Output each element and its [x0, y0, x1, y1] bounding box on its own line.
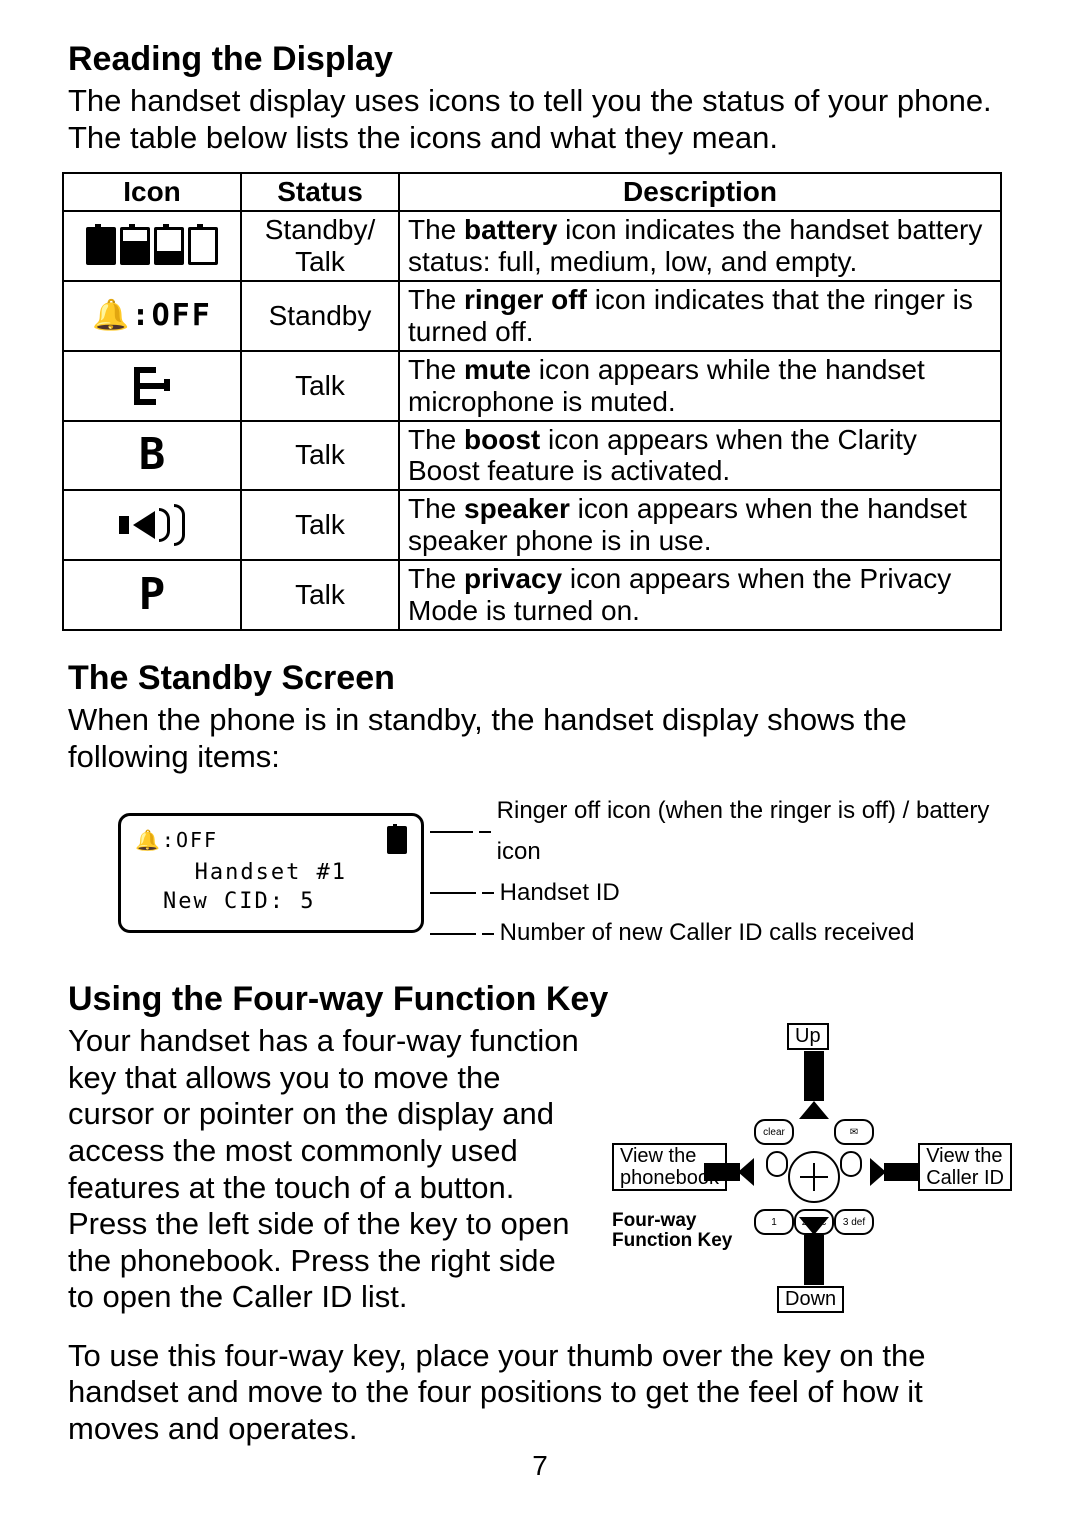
- arrow-up-icon: [804, 1051, 824, 1101]
- cell-status: Talk: [241, 560, 399, 630]
- ringer-off-icon: 🔔:OFF: [92, 298, 212, 333]
- arrow-left-icon: [704, 1163, 740, 1181]
- cell-description: The mute icon appears while the handset …: [399, 351, 1001, 421]
- key-1: 1: [754, 1209, 794, 1235]
- page-number: 7: [0, 1450, 1080, 1482]
- heading-standby-screen: The Standby Screen: [68, 659, 1012, 698]
- speaker-icon: [119, 504, 185, 546]
- cell-description: The boost icon appears when the Clarity …: [399, 421, 1001, 491]
- th-status: Status: [241, 173, 399, 211]
- callout-ringer-battery: Ringer off icon (when the ringer is off)…: [424, 791, 1012, 873]
- callout-handset-id: Handset ID: [424, 873, 1012, 914]
- cell-description: The speaker icon appears when the handse…: [399, 490, 1001, 560]
- paragraph-fourway-1: Your handset has a four-way function key…: [68, 1023, 588, 1316]
- cell-description: The privacy icon appears when the Privac…: [399, 560, 1001, 630]
- table-row: B Talk The boost icon appears when the C…: [63, 421, 1001, 491]
- cell-status: Standby: [241, 281, 399, 351]
- boost-icon: B: [139, 429, 166, 480]
- fourway-key-diagram: Up Down View the phonebook View the Call…: [612, 1023, 1012, 1313]
- table-row: Talk The mute icon appears while the han…: [63, 351, 1001, 421]
- table-row: 🔔:OFF Standby The ringer off icon indica…: [63, 281, 1001, 351]
- icon-table: Icon Status Description Standby/ Talk: [62, 172, 1002, 631]
- heading-fourway-key: Using the Four-way Function Key: [68, 980, 1012, 1019]
- lcd-new-cid: New CID: 5: [135, 889, 407, 914]
- key-clear: clear: [754, 1119, 794, 1145]
- dpad-icon: [788, 1151, 840, 1203]
- key-3: 3 def: [834, 1209, 874, 1235]
- battery-levels-icon: [72, 220, 232, 272]
- table-row: Talk The speaker icon appears when the h…: [63, 490, 1001, 560]
- table-row: P Talk The privacy icon appears when the…: [63, 560, 1001, 630]
- mute-icon: [132, 365, 172, 407]
- paragraph-reading-intro: The handset display uses icons to tell y…: [68, 83, 1012, 156]
- cell-status: Talk: [241, 421, 399, 491]
- th-desc: Description: [399, 173, 1001, 211]
- handset-keypad: clear ✉ 1 2 abc 3 def: [754, 1119, 874, 1227]
- label-down: Down: [777, 1286, 844, 1313]
- lcd-ringer-off: 🔔:OFF: [135, 828, 218, 852]
- lcd-screen: 🔔:OFF Handset #1 New CID: 5: [118, 813, 424, 933]
- label-up: Up: [787, 1023, 829, 1050]
- arrow-down-icon: [804, 1235, 824, 1285]
- standby-screen-figure: 🔔:OFF Handset #1 New CID: 5 Ringer off i…: [118, 791, 1012, 954]
- cell-description: The ringer off icon indicates that the r…: [399, 281, 1001, 351]
- label-fourway-caption: Four-way Function Key: [612, 1211, 732, 1251]
- key-message: ✉: [834, 1119, 874, 1145]
- key-2: 2 abc: [794, 1209, 834, 1235]
- manual-page: Reading the Display The handset display …: [0, 0, 1080, 1522]
- cell-status: Talk: [241, 351, 399, 421]
- cell-description: The battery icon indicates the handset b…: [399, 211, 1001, 281]
- lcd-handset-id: Handset #1: [135, 860, 407, 885]
- cell-status: Standby/ Talk: [241, 211, 399, 281]
- battery-icon: [387, 826, 407, 854]
- table-row: Standby/ Talk The battery icon indicates…: [63, 211, 1001, 281]
- callout-new-cid: Number of new Caller ID calls received: [424, 913, 1012, 954]
- paragraph-standby-intro: When the phone is in standby, the handse…: [68, 702, 1012, 775]
- heading-reading-display: Reading the Display: [68, 40, 1012, 79]
- paragraph-fourway-2: To use this four-way key, place your thu…: [68, 1338, 1012, 1448]
- privacy-icon: P: [139, 569, 166, 620]
- cell-status: Talk: [241, 490, 399, 560]
- arrow-right-icon: [884, 1163, 920, 1181]
- th-icon: Icon: [63, 173, 241, 211]
- label-view-caller-id: View the Caller ID: [918, 1143, 1012, 1191]
